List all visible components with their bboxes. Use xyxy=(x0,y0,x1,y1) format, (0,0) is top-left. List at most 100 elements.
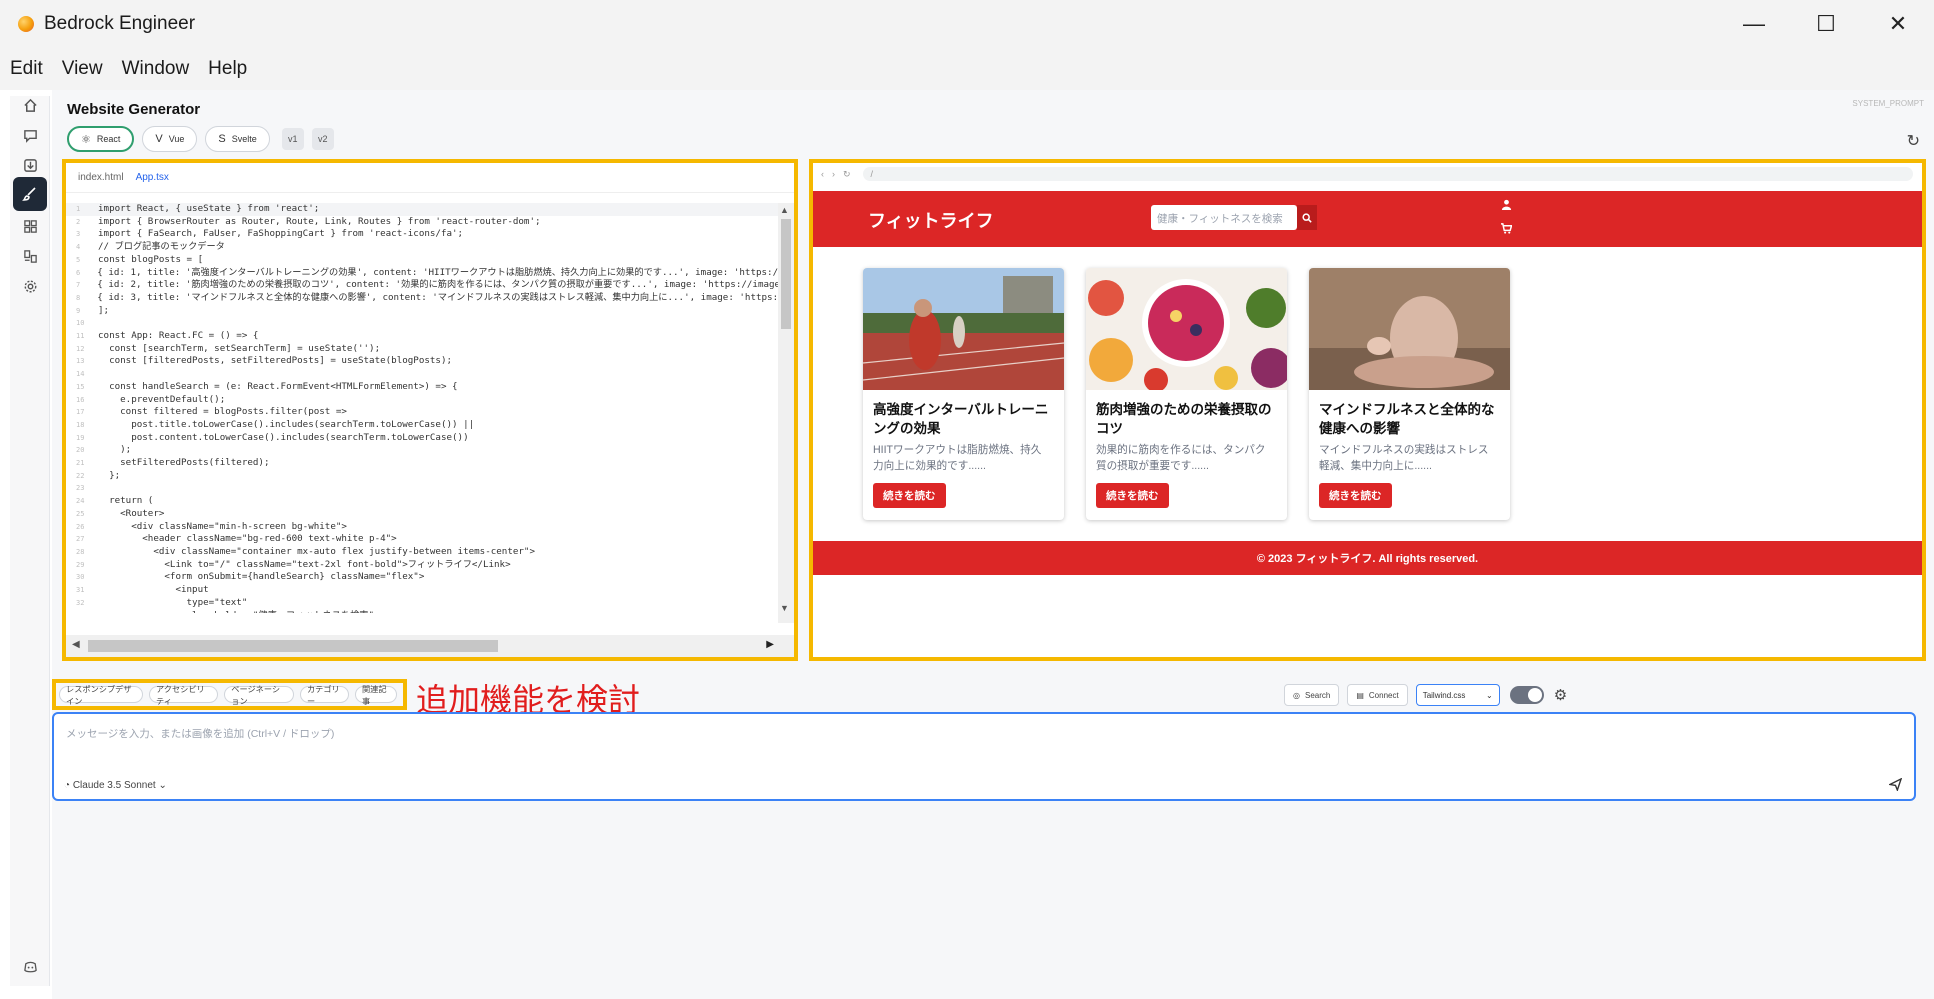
code-line: 16 e.preventDefault(); xyxy=(66,394,782,407)
code-text: import React, { useState } from 'react'; xyxy=(98,203,320,214)
main-area: Website Generator SYSTEM_PROMPT ⚛ React … xyxy=(52,90,1934,999)
vertical-scrollbar[interactable]: ▲ ▼ xyxy=(778,203,794,623)
version-v1-button[interactable]: v1 xyxy=(281,128,304,150)
search-button[interactable]: ◎ Search xyxy=(1284,684,1340,706)
scroll-thumb[interactable] xyxy=(88,640,498,652)
system-prompt-link[interactable]: SYSTEM_PROMPT xyxy=(1852,99,1924,108)
robot-icon[interactable]: ⚙ xyxy=(1554,686,1567,704)
code-line: 21 setFilteredPosts(filtered); xyxy=(66,457,782,470)
line-number: 14 xyxy=(76,370,85,379)
code-text: import { BrowserRouter as Router, Route,… xyxy=(98,215,541,227)
scroll-down-icon[interactable]: ▼ xyxy=(780,603,789,613)
menu-window[interactable]: Window xyxy=(122,58,190,80)
site-logo[interactable]: フィットライフ xyxy=(868,207,994,233)
line-number: 2 xyxy=(76,217,81,226)
minimize-button[interactable]: — xyxy=(1718,0,1790,48)
scroll-right-icon[interactable]: ▶ xyxy=(766,639,774,650)
url-bar[interactable]: / xyxy=(862,167,1913,181)
reload-icon[interactable]: ↻ xyxy=(843,169,851,180)
style-select-value: Tailwind.css xyxy=(1422,690,1466,700)
version-v2-button[interactable]: v2 xyxy=(311,128,334,150)
post-title[interactable]: マインドフルネスと全体的な健康への影響 xyxy=(1319,400,1503,438)
style-select[interactable]: Tailwind.css ⌄ xyxy=(1415,684,1500,706)
discord-icon[interactable] xyxy=(19,956,41,978)
code-text: }; xyxy=(98,469,121,481)
suggestion-chip[interactable]: レスポンシブデザイン xyxy=(59,685,144,706)
brush-icon[interactable] xyxy=(13,177,47,211)
model-selector[interactable]: ◔ Claude 3.5 Sonnet ⌄ xyxy=(64,780,167,791)
search-icon[interactable] xyxy=(1297,205,1317,230)
line-number: 30 xyxy=(76,573,85,582)
framework-vue-button[interactable]: V Vue xyxy=(142,126,198,152)
code-line: 26 <div className="min-h-screen bg-white… xyxy=(66,521,782,534)
menu-help[interactable]: Help xyxy=(208,58,247,80)
framework-svelte-button[interactable]: S Svelte xyxy=(205,126,270,152)
chat-tools: ◎ Search ▤ Connect Tailwind.css ⌄ ⚙ xyxy=(1284,684,1567,706)
agent-toggle[interactable] xyxy=(1509,686,1544,704)
code-text: e.preventDefault(); xyxy=(98,393,226,405)
code-text: ); xyxy=(98,444,132,456)
code-text: <div className="container mx-auto flex j… xyxy=(98,545,535,557)
read-more-button[interactable]: 続きを読む xyxy=(873,483,946,508)
chat-icon[interactable] xyxy=(19,124,41,146)
line-number: 24 xyxy=(76,497,85,506)
agents-icon[interactable] xyxy=(19,215,41,237)
step-functions-icon[interactable] xyxy=(19,245,41,267)
code-line: 33 placeholder="健康・フィットネスを検索" xyxy=(66,610,782,614)
maximize-button[interactable]: ☐ xyxy=(1790,0,1862,48)
code-line: 10 xyxy=(66,317,782,330)
code-line: 29 <Link to="/" className="text-2xl font… xyxy=(66,559,782,572)
code-line: 28 <div className="container mx-auto fle… xyxy=(66,546,782,559)
tab-index-html[interactable]: index.html xyxy=(78,172,124,183)
code-line: 12 const [searchTerm, setSearchTerm] = u… xyxy=(66,343,782,356)
chat-input[interactable]: メッセージを入力、または画像を追加 (Ctrl+V / ドロップ) ◔ Clau… xyxy=(52,712,1916,801)
menu-view[interactable]: View xyxy=(62,58,103,80)
forward-icon[interactable]: › xyxy=(832,169,835,179)
suggestion-chip[interactable]: アクセシビリティ xyxy=(149,685,219,706)
line-number: 23 xyxy=(76,484,85,493)
send-icon[interactable] xyxy=(1887,777,1903,794)
line-number: 21 xyxy=(76,459,85,468)
code-text: <input xyxy=(98,584,209,596)
line-number: 22 xyxy=(76,471,85,480)
tab-app-tsx[interactable]: App.tsx xyxy=(136,172,169,183)
code-content[interactable]: 1 import React, { useState } from 'react'… xyxy=(66,203,782,613)
suggestion-chip[interactable]: ページネーション xyxy=(224,685,294,706)
code-line: 6 { id: 1, title: '高強度インターバルトレーニングの効果', … xyxy=(66,267,782,280)
site-search-input[interactable]: 健康・フィットネスを検索 xyxy=(1151,205,1297,230)
cart-icon[interactable] xyxy=(1501,223,1513,237)
settings-icon[interactable] xyxy=(19,275,41,297)
home-icon[interactable] xyxy=(19,94,41,116)
menu-edit[interactable]: Edit xyxy=(10,58,43,80)
code-text: setFilteredPosts(filtered); xyxy=(98,457,270,469)
post-title[interactable]: 高強度インターバルトレーニングの効果 xyxy=(873,400,1057,438)
browser-bar: ‹ › ↻ / xyxy=(813,163,1922,185)
suggestion-chip[interactable]: 関連記事 xyxy=(355,685,398,706)
line-number: 29 xyxy=(76,560,85,569)
code-line: 23 xyxy=(66,482,782,495)
code-text: placeholder="健康・フィットネスを検索" xyxy=(92,610,375,614)
refresh-icon[interactable]: ↻ xyxy=(1907,131,1920,151)
scroll-left-icon[interactable]: ◀ xyxy=(72,639,80,650)
line-number: 15 xyxy=(76,382,85,391)
horizontal-scrollbar[interactable]: ◀ ▶ xyxy=(66,635,794,657)
line-number: 28 xyxy=(76,547,85,556)
editor-tabs: index.html App.tsx xyxy=(66,163,794,193)
code-text: import { FaSearch, FaUser, FaShoppingCar… xyxy=(98,228,464,240)
close-button[interactable]: ✕ xyxy=(1862,0,1934,48)
connect-button[interactable]: ▤ Connect xyxy=(1347,684,1408,706)
user-icon[interactable] xyxy=(1501,199,1512,213)
scroll-thumb[interactable] xyxy=(781,219,791,329)
scroll-up-icon[interactable]: ▲ xyxy=(780,205,789,215)
connect-label: Connect xyxy=(1368,690,1399,700)
suggestion-chips: レスポンシブデザイン アクセシビリティ ページネーション カテゴリー 関連記事 xyxy=(52,679,407,710)
read-more-button[interactable]: 続きを読む xyxy=(1096,483,1169,508)
line-number: 1 xyxy=(76,205,81,213)
download-icon[interactable] xyxy=(19,154,41,176)
framework-react-button[interactable]: ⚛ React xyxy=(67,126,135,152)
read-more-button[interactable]: 続きを読む xyxy=(1319,483,1392,508)
svelte-icon: S xyxy=(218,133,226,145)
post-title[interactable]: 筋肉増強のための栄養摂取のコツ xyxy=(1096,400,1280,438)
suggestion-chip[interactable]: カテゴリー xyxy=(299,685,349,706)
back-icon[interactable]: ‹ xyxy=(821,169,824,179)
